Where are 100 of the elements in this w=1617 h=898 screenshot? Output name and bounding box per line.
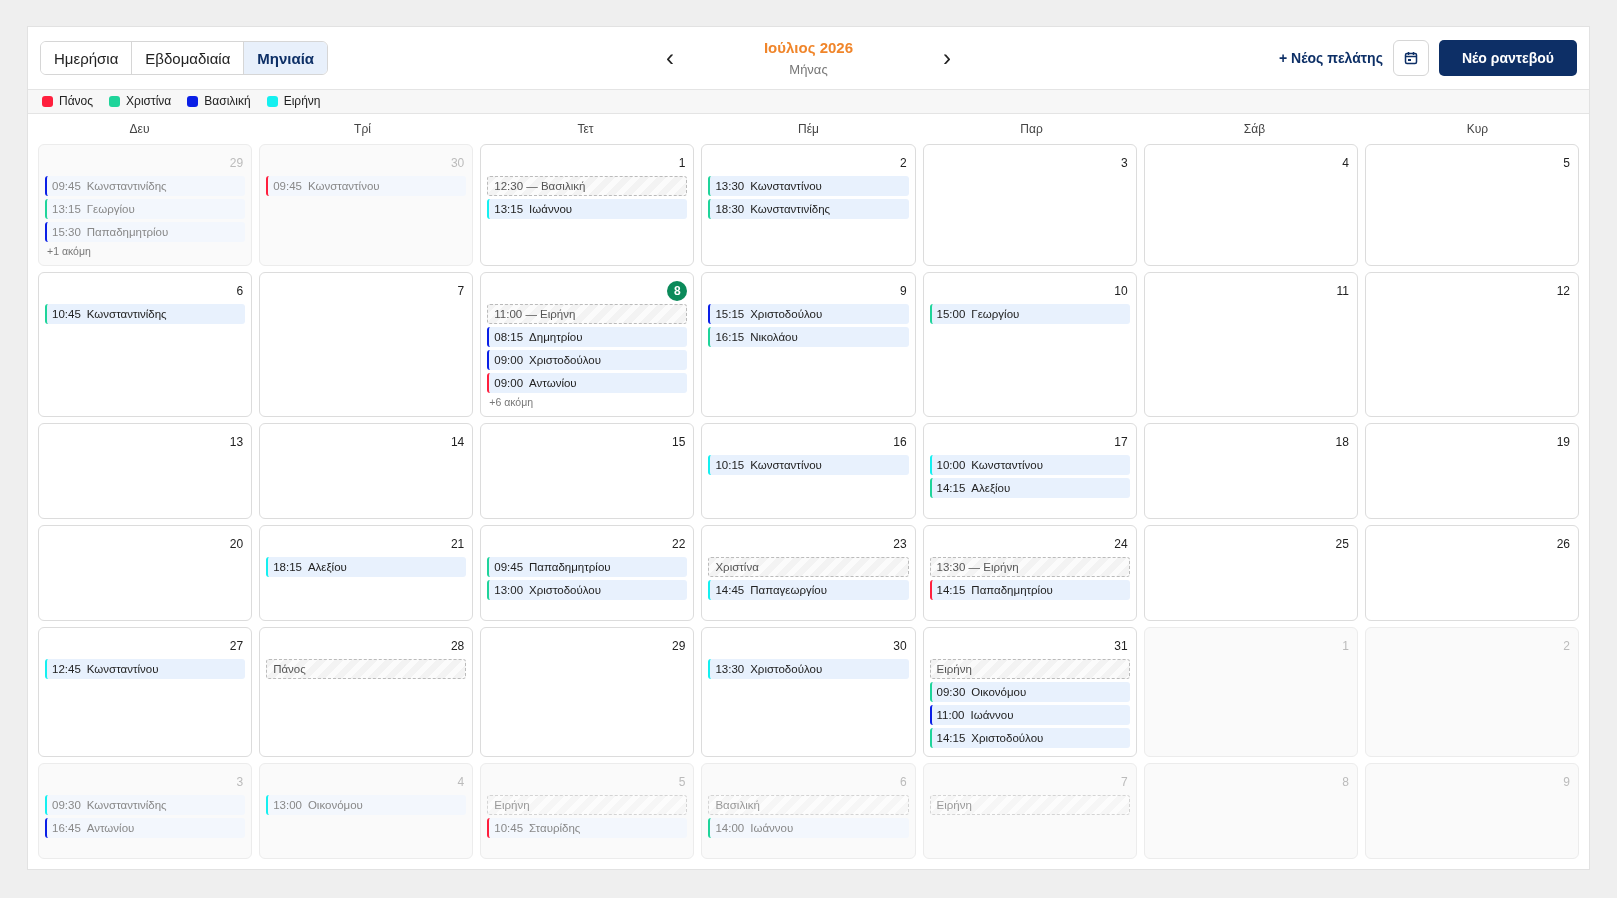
day-cell[interactable]: 11: [1143, 272, 1358, 417]
calendar-button[interactable]: [1392, 40, 1429, 76]
day-cell[interactable]: 29: [480, 627, 695, 757]
appointment[interactable]: 13:30 Χριστοδούλου: [708, 659, 909, 679]
appointment[interactable]: 09:00 Χριστοδούλου: [487, 350, 688, 370]
weekday-label: Πέμ: [797, 121, 820, 136]
appointment[interactable]: 15:15 Χριστοδούλου: [708, 304, 909, 324]
day-cell[interactable]: 15: [480, 423, 695, 519]
next-button[interactable]: ›: [939, 46, 956, 70]
day-cell[interactable]: 20: [38, 525, 253, 621]
day-cell[interactable]: 29 09:45 Κωνσταντινίδης 13:15 Γεωργίου 15:30 Παπαδημητρίου +1 ακόμη: [38, 144, 253, 266]
legend-label: Ειρήνη: [283, 94, 321, 109]
appointment[interactable]: 09:00 Αντωνίου: [487, 373, 688, 393]
day-cell[interactable]: 6 10:45 Κωνσταντινίδης: [38, 272, 253, 417]
day-cell[interactable]: 8 11:00 — Ειρήνη 08:15 Δημητρίου 09:00 Χριστοδούλου 09:00 Αντωνίου +6 ακόμη: [480, 272, 695, 417]
day-cell[interactable]: 5 Ειρήνη 10:45 Σταυρίδης: [480, 763, 695, 859]
day-cell[interactable]: 26: [1364, 525, 1579, 621]
appointment[interactable]: 14:15 Χριστοδούλου: [929, 728, 1130, 748]
day-cell[interactable]: 30 13:30 Χριστοδούλου: [701, 627, 916, 757]
new-appointment-button[interactable]: Νέο ραντεβού: [1438, 40, 1577, 76]
month-title: Ιούλιος 2026: [763, 39, 854, 56]
day-cell[interactable]: 28 Πάνος: [259, 627, 474, 757]
blocked-slot[interactable]: 12:30 — Βασιλική: [487, 176, 688, 196]
day-number: 25: [1335, 536, 1350, 553]
more-link[interactable]: +6 ακόμη: [487, 396, 688, 408]
appointment[interactable]: 13:15 Ιωάννου: [487, 199, 688, 219]
day-number: 30: [450, 155, 466, 172]
day-cell[interactable]: 2 13:30 Κωνσταντίνου 18:30 Κωνσταντινίδης: [701, 144, 916, 266]
day-cell[interactable]: 21 18:15 Αλεξίου: [259, 525, 474, 621]
day-cell[interactable]: 14: [259, 423, 474, 519]
day-cell[interactable]: 12: [1364, 272, 1579, 417]
day-cell[interactable]: 3: [922, 144, 1137, 266]
view-tab[interactable]: Ημερήσια: [41, 42, 133, 74]
day-number: 8: [667, 281, 688, 301]
blocked-slot[interactable]: Χριστίνα: [708, 557, 909, 577]
day-number: 29: [672, 638, 687, 655]
day-number: 5: [1563, 155, 1571, 172]
day-number: 7: [1121, 774, 1129, 791]
appointment[interactable]: 13:00 Οικονόμου: [266, 795, 467, 815]
previous-button[interactable]: ‹: [661, 46, 678, 70]
day-cell[interactable]: 10 15:00 Γεωργίου: [922, 272, 1137, 417]
appointment[interactable]: 13:30 Κωνσταντίνου: [708, 176, 909, 196]
appointment[interactable]: 16:15 Νικολάου: [708, 327, 909, 347]
appointment[interactable]: 08:15 Δημητρίου: [487, 327, 688, 347]
day-cell[interactable]: 19: [1364, 423, 1579, 519]
day-cell[interactable]: 24 13:30 — Ειρήνη 14:15 Παπαδημητρίου: [922, 525, 1137, 621]
appointment[interactable]: 10:45 Σταυρίδης: [487, 818, 688, 838]
appointment[interactable]: 15:00 Γεωργίου: [929, 304, 1130, 324]
day-number: 7: [457, 283, 466, 300]
day-cell[interactable]: 9 15:15 Χριστοδούλου 16:15 Νικολάου: [701, 272, 916, 417]
day-cell[interactable]: 23 Χριστίνα 14:45 Παπαγεωργίου: [701, 525, 916, 621]
day-cell[interactable]: 17 10:00 Κωνσταντίνου 14:15 Αλεξίου: [922, 423, 1137, 519]
blocked-slot[interactable]: Ειρήνη: [929, 659, 1130, 679]
day-number: 24: [1114, 536, 1129, 553]
appointment[interactable]: 10:45 Κωνσταντινίδης: [45, 304, 246, 324]
appointment[interactable]: 10:00 Κωνσταντίνου: [929, 455, 1130, 475]
more-link[interactable]: +1 ακόμη: [45, 245, 246, 257]
day-cell[interactable]: 7: [259, 272, 474, 417]
blocked-slot[interactable]: 13:30 — Ειρήνη: [929, 557, 1130, 577]
day-number: 31: [1114, 638, 1129, 655]
day-cell[interactable]: 31 Ειρήνη 09:30 Οικονόμου 11:00 Ιωάννου 14:15 Χριστοδούλου: [922, 627, 1137, 757]
day-cell[interactable]: 4: [1143, 144, 1358, 266]
day-cell[interactable]: 25: [1143, 525, 1358, 621]
appointment[interactable]: 14:45 Παπαγεωργίου: [708, 580, 909, 600]
appointment[interactable]: 18:15 Αλεξίου: [266, 557, 467, 577]
appointment[interactable]: 14:15 Παπαδημητρίου: [929, 580, 1130, 600]
day-cell[interactable]: 22 09:45 Παπαδημητρίου 13:00 Χριστοδούλου: [480, 525, 695, 621]
appointment[interactable]: 09:30 Οικονόμου: [929, 682, 1130, 702]
day-number: 21: [450, 536, 466, 553]
appointment[interactable]: 13:00 Χριστοδούλου: [487, 580, 688, 600]
day-cell[interactable]: 13: [38, 423, 253, 519]
appointment[interactable]: 12:45 Κωνσταντίνου: [45, 659, 246, 679]
new-client-link[interactable]: + Νέος πελάτης: [1279, 50, 1383, 66]
weekday-label: Τρί: [353, 121, 372, 136]
appointment[interactable]: 09:45 Παπαδημητρίου: [487, 557, 688, 577]
day-number: 3: [1121, 155, 1129, 172]
blocked-slot[interactable]: 11:00 — Ειρήνη: [487, 304, 688, 324]
weekday-label: Δευ: [128, 121, 151, 136]
appointment[interactable]: 10:15 Κωνσταντίνου: [708, 455, 909, 475]
day-number: 20: [229, 536, 245, 553]
day-cell[interactable]: 16 10:15 Κωνσταντίνου: [701, 423, 916, 519]
legend-label: Χριστίνα: [126, 94, 172, 109]
day-cell[interactable]: 1 12:30 — Βασιλική 13:15 Ιωάννου: [480, 144, 695, 266]
day-cell[interactable]: 5: [1364, 144, 1579, 266]
day-number: 17: [1114, 434, 1129, 451]
day-cell[interactable]: 18: [1143, 423, 1358, 519]
view-tab[interactable]: Μηνιαία: [244, 42, 328, 74]
day-number: 1: [1342, 638, 1350, 655]
weekday-label: Σάβ: [1242, 121, 1267, 136]
day-number: 2: [1563, 638, 1571, 655]
day-cell[interactable]: 4 13:00 Οικονόμου: [259, 763, 474, 859]
appointment[interactable]: 14:15 Αλεξίου: [929, 478, 1130, 498]
appointment[interactable]: 11:00 Ιωάννου: [929, 705, 1130, 725]
day-number: 15: [672, 434, 687, 451]
day-number: 16: [893, 434, 908, 451]
blocked-slot[interactable]: Πάνος: [266, 659, 467, 679]
day-cell[interactable]: 27 12:45 Κωνσταντίνου: [38, 627, 253, 757]
day-number: 1: [678, 155, 687, 172]
appointment[interactable]: 18:30 Κωνσταντινίδης: [708, 199, 909, 219]
day-number: 3: [236, 774, 245, 791]
